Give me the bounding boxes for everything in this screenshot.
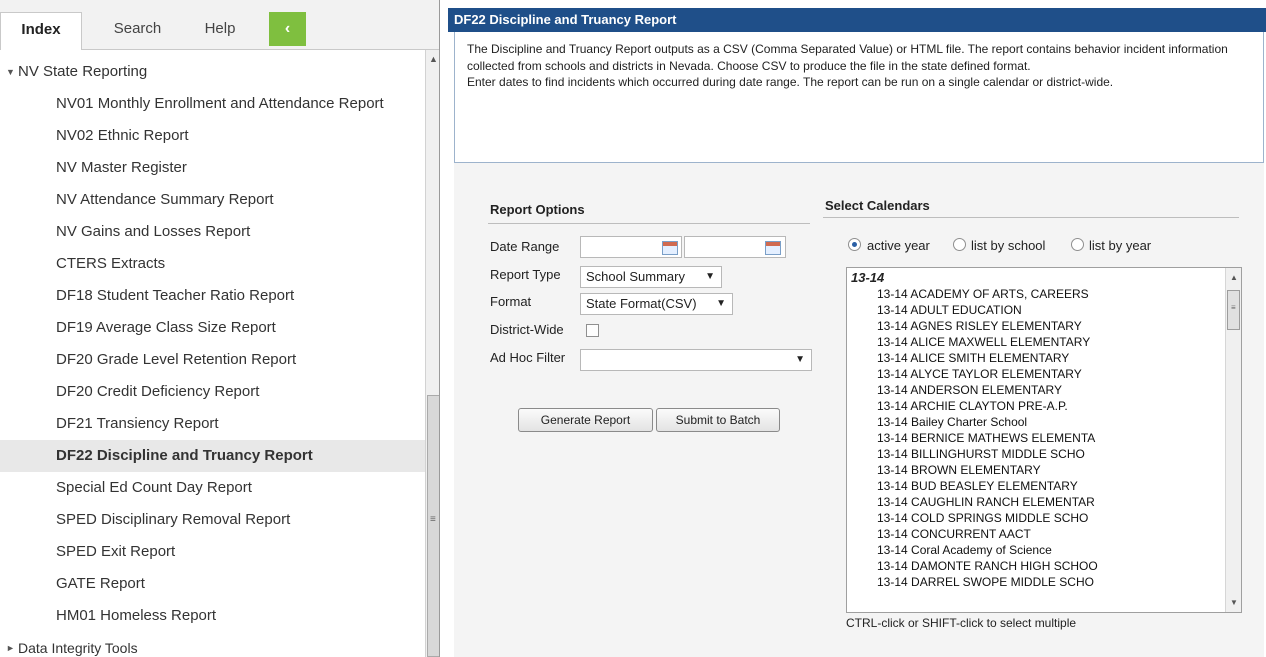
tree-item[interactable]: Special Ed Count Day Report	[0, 472, 425, 504]
calendar-group-heading: 13-14	[851, 270, 885, 285]
scrollbar-thumb[interactable]: ≡	[1227, 290, 1240, 330]
tab-help[interactable]: Help	[185, 12, 255, 50]
tree-item[interactable]: NV Attendance Summary Report	[0, 184, 425, 216]
calendar-list-scrollbar[interactable]: ▲ ≡ ▼	[1225, 268, 1241, 612]
grip-icon: ≡	[1231, 303, 1236, 312]
active-year-label: active year	[867, 238, 930, 253]
ad-hoc-filter-select[interactable]: ▼	[580, 349, 812, 371]
calendar-icon[interactable]	[662, 241, 678, 255]
calendar-option[interactable]: 13-14 BROWN ELEMENTARY	[877, 463, 1217, 478]
tree-item[interactable]: DF21 Transiency Report	[0, 408, 425, 440]
active-year-radio[interactable]	[848, 238, 861, 251]
scroll-down-arrow-icon[interactable]: ▼	[1230, 598, 1238, 607]
calendar-option[interactable]: 13-14 ADULT EDUCATION	[877, 303, 1217, 318]
collapsed-arrow-icon: ►	[6, 643, 15, 653]
tree-item-selected[interactable]: DF22 Discipline and Truancy Report	[0, 440, 425, 472]
calendar-option[interactable]: 13-14 CONCURRENT AACT	[877, 527, 1217, 542]
report-form: Report Options Date Range Report Type Sc…	[454, 163, 1264, 657]
chevron-down-icon: ▼	[705, 271, 715, 282]
tree-item[interactable]: NV01 Monthly Enrollment and Attendance R…	[0, 88, 425, 120]
calendar-option[interactable]: 13-14 CAUGHLIN RANCH ELEMENTAR	[877, 495, 1217, 510]
scrollbar-thumb[interactable]: ≡	[427, 395, 439, 657]
report-options-heading: Report Options	[490, 202, 585, 217]
calendar-list[interactable]: 13-14 13-14 ACADEMY OF ARTS, CAREERS 13-…	[846, 267, 1242, 613]
calendar-option[interactable]: 13-14 BILLINGHURST MIDDLE SCHO	[877, 447, 1217, 462]
report-description: The Discipline and Truancy Report output…	[454, 32, 1264, 163]
calendar-icon[interactable]	[765, 241, 781, 255]
report-type-value: School Summary	[586, 269, 685, 284]
tree-item[interactable]: DF18 Student Teacher Ratio Report	[0, 280, 425, 312]
date-range-label: Date Range	[490, 239, 560, 254]
description-text: Enter dates to find incidents which occu…	[467, 75, 1114, 89]
report-type-select[interactable]: School Summary ▼	[580, 266, 722, 288]
tree-item[interactable]: DF19 Average Class Size Report	[0, 312, 425, 344]
calendar-option[interactable]: 13-14 Coral Academy of Science	[877, 543, 1217, 558]
tab-index[interactable]: Index	[0, 12, 82, 50]
tree-item[interactable]: SPED Disciplinary Removal Report	[0, 504, 425, 536]
format-value: State Format(CSV)	[586, 296, 697, 311]
district-wide-label: District-Wide	[490, 322, 564, 337]
format-label: Format	[490, 294, 532, 309]
district-wide-checkbox[interactable]	[586, 324, 599, 337]
select-calendars-heading: Select Calendars	[825, 198, 930, 213]
index-tree: ▼ NV State Reporting NV01 Monthly Enroll…	[0, 56, 425, 657]
calendar-option[interactable]: 13-14 AGNES RISLEY ELEMENTARY	[877, 319, 1217, 334]
list-by-year-label: list by year	[1089, 238, 1152, 253]
tree-item[interactable]: NV02 Ethnic Report	[0, 120, 425, 152]
format-select[interactable]: State Format(CSV) ▼	[580, 293, 733, 315]
calendar-option[interactable]: 13-14 ALICE SMITH ELEMENTARY	[877, 351, 1217, 366]
collapse-panel-icon[interactable]: ‹	[269, 12, 306, 46]
generate-report-button[interactable]: Generate Report	[518, 408, 653, 432]
tree-item[interactable]: HM01 Homeless Report	[0, 600, 425, 632]
submit-to-batch-button[interactable]: Submit to Batch	[656, 408, 780, 432]
tree-item[interactable]: GATE Report	[0, 568, 425, 600]
list-by-year-radio[interactable]	[1071, 238, 1084, 251]
tree-item[interactable]: CTERS Extracts	[0, 248, 425, 280]
calendar-option[interactable]: 13-14 ACADEMY OF ARTS, CAREERS	[877, 287, 1217, 302]
tree-item[interactable]: DF20 Credit Deficiency Report	[0, 376, 425, 408]
calendar-option[interactable]: 13-14 BERNICE MATHEWS ELEMENTA	[877, 431, 1217, 446]
calendar-option[interactable]: 13-14 ALICE MAXWELL ELEMENTARY	[877, 335, 1217, 350]
left-panel: Index Search Help ‹ ▼ NV State Reporting…	[0, 0, 440, 657]
calendar-option[interactable]: 13-14 COLD SPRINGS MIDDLE SCHO	[877, 511, 1217, 526]
grip-icon: ≡	[430, 514, 436, 525]
expanded-arrow-icon: ▼	[6, 67, 15, 77]
chevron-down-icon: ▼	[795, 354, 805, 365]
calendar-option[interactable]: 13-14 ALYCE TAYLOR ELEMENTARY	[877, 367, 1217, 382]
ad-hoc-filter-label: Ad Hoc Filter	[490, 350, 566, 365]
tree-item[interactable]: NV Master Register	[0, 152, 425, 184]
tab-search[interactable]: Search	[95, 12, 180, 50]
scroll-up-arrow-icon[interactable]: ▲	[429, 54, 438, 64]
list-by-school-label: list by school	[971, 238, 1046, 253]
calendar-option[interactable]: 13-14 BUD BEASLEY ELEMENTARY	[877, 479, 1217, 494]
tree-item[interactable]: SPED Exit Report	[0, 536, 425, 568]
tree-item[interactable]: DF20 Grade Level Retention Report	[0, 344, 425, 376]
report-panel: DF22 Discipline and Truancy Report The D…	[448, 8, 1266, 657]
description-text: The Discipline and Truancy Report output…	[467, 42, 1228, 73]
tree-folder-nv-state-reporting[interactable]: ▼ NV State Reporting	[0, 56, 425, 88]
report-type-label: Report Type	[490, 267, 561, 282]
divider	[823, 217, 1239, 218]
multi-select-hint: CTRL-click or SHIFT-click to select mult…	[846, 616, 1077, 630]
calendar-option[interactable]: 13-14 DAMONTE RANCH HIGH SCHOO	[877, 559, 1217, 574]
scroll-up-arrow-icon[interactable]: ▲	[1230, 273, 1238, 282]
report-title: DF22 Discipline and Truancy Report	[448, 8, 1266, 32]
chevron-down-icon: ▼	[716, 298, 726, 309]
calendar-option[interactable]: 13-14 ARCHIE CLAYTON PRE-A.P.	[877, 399, 1217, 414]
divider	[488, 223, 810, 224]
tree-item[interactable]: NV Gains and Losses Report	[0, 216, 425, 248]
tree-folder-data-integrity-tools[interactable]: ► Data Integrity Tools	[0, 632, 425, 657]
list-by-school-radio[interactable]	[953, 238, 966, 251]
calendar-option[interactable]: 13-14 DARREL SWOPE MIDDLE SCHO	[877, 575, 1217, 590]
tab-bar: Index Search Help ‹	[0, 0, 439, 50]
calendar-option[interactable]: 13-14 ANDERSON ELEMENTARY	[877, 383, 1217, 398]
calendar-option[interactable]: 13-14 Bailey Charter School	[877, 415, 1217, 430]
tree-scrollbar[interactable]: ▲ ≡	[425, 50, 439, 657]
